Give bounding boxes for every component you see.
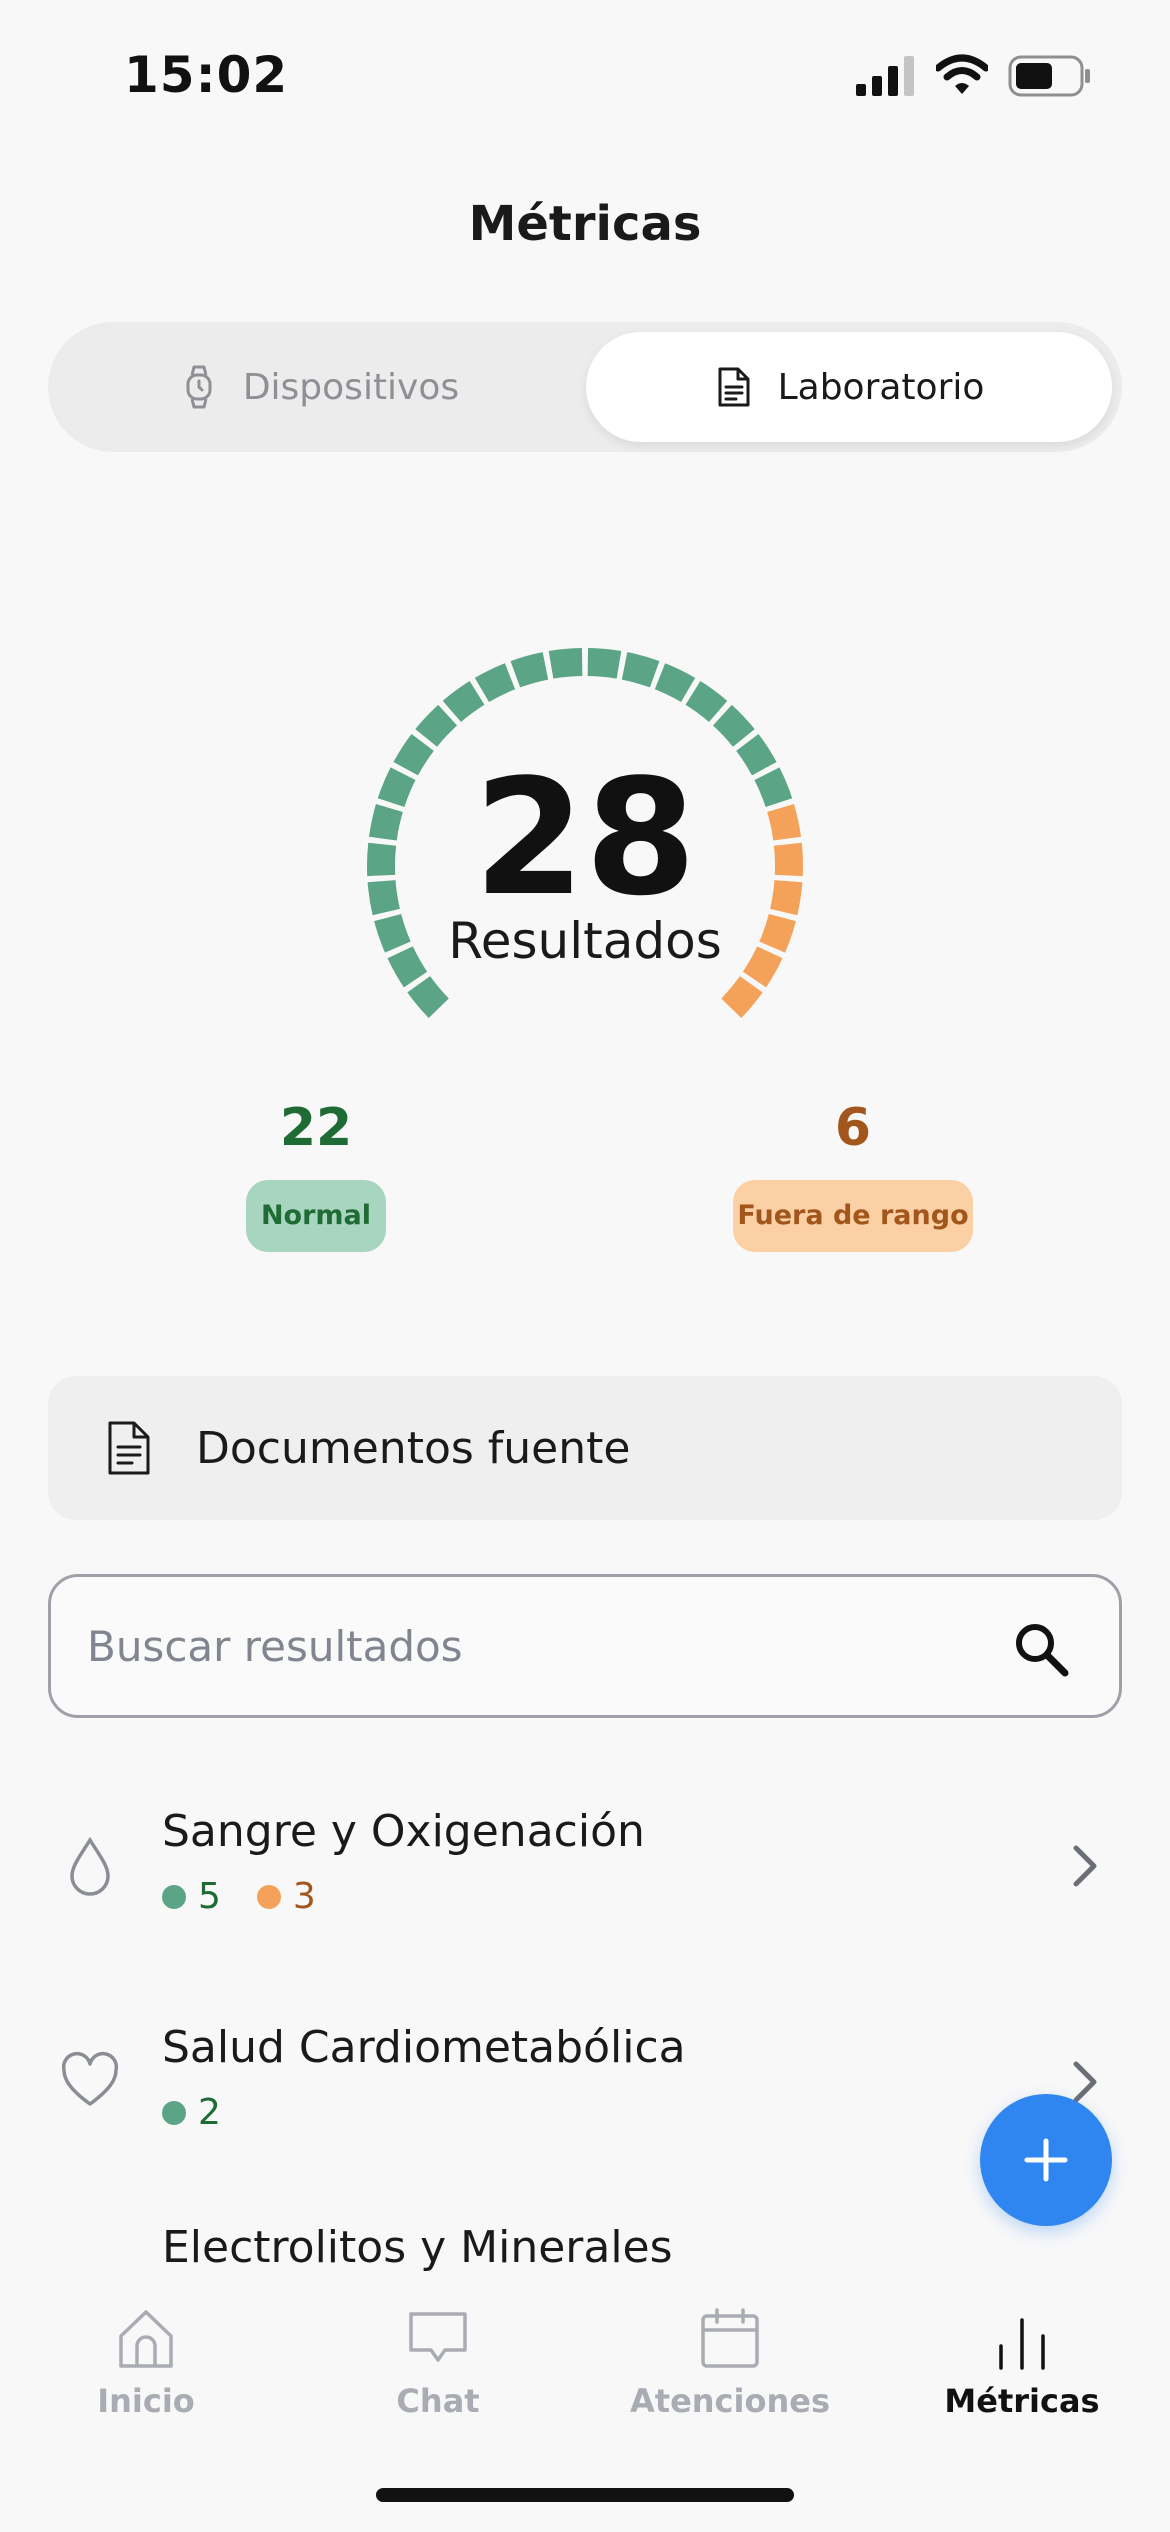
tab-dispositivos-label: Dispositivos [242,366,460,408]
tab-inicio[interactable]: Inicio [0,2306,292,2420]
list-item-title: Sangre y Oxigenación [162,1806,645,1857]
gauge-segment-normal [685,681,728,723]
heart-icon [61,2051,119,2106]
gauge-segment-normal [415,704,458,747]
tab-chat-label: Chat [396,2382,480,2420]
calendar-icon [701,2308,759,2368]
tab-laboratorio[interactable]: Laboratorio [586,332,1112,442]
drop-icon [70,1836,110,1896]
chevron-right-icon [1073,1845,1097,1887]
tab-metricas-label: Métricas [944,2382,1100,2420]
search-input[interactable] [87,1621,967,1671]
home-indicator [376,2488,794,2502]
gauge-segment-normal [474,663,516,703]
cellular-signal-icon [856,56,914,96]
tab-laboratorio-label: Laboratorio [777,366,985,408]
document-icon [108,1421,150,1475]
results-total: 28 [473,744,697,931]
gauge-segment-normal [442,681,485,723]
list-item-title: Salud Cardiometabólica [162,2022,686,2073]
search-bar [48,1574,1122,1718]
tab-dispositivos[interactable]: Dispositivos [58,332,580,442]
battery-icon [1008,55,1090,97]
list-item-counts: 2 [162,2092,257,2133]
source-documents-label: Documentos fuente [196,1422,631,1474]
watch-icon [186,365,212,409]
list-item-electrolitos[interactable]: Electrolitos y Minerales [0,2202,1170,2280]
segmented-control: Dispositivos Laboratorio [48,322,1122,452]
normal-count: 22 [279,1098,353,1158]
gauge-segment-normal [712,704,755,747]
normal-count: 5 [198,1876,221,1917]
normal-stat: 22 Normal [240,1098,392,1252]
category-list: Sangre y Oxigenación 5 3 Salud Cardiomet… [0,1770,1170,2280]
list-item-title: Electrolitos y Minerales [162,2222,673,2273]
normal-count: 2 [198,2092,221,2133]
gauge-segment-normal [407,976,449,1018]
gauge-segment-normal [621,652,660,688]
gauge-segment-normal [548,648,583,679]
source-documents-button[interactable]: Documentos fuente [48,1376,1122,1520]
gauge-segment-normal [654,663,696,703]
out-of-range-stat: 6 Fuera de rango [732,1098,974,1252]
tab-chat[interactable]: Chat [292,2306,584,2420]
wifi-icon [936,54,988,94]
normal-badge: Normal [246,1180,386,1252]
out-of-range-badge: Fuera de rango [733,1180,973,1252]
gauge-segment-out-of-range [721,976,763,1018]
tab-atenciones-label: Atenciones [630,2382,830,2420]
search-icon[interactable] [1013,1621,1069,1677]
plus-icon [1024,2138,1068,2182]
normal-dot [162,1884,186,1909]
list-item-counts: 5 3 [162,1876,316,1917]
results-total-label: Resultados [448,912,722,970]
normal-dot [162,2100,186,2125]
document-icon [718,367,750,407]
tab-inicio-label: Inicio [97,2382,195,2420]
tab-atenciones[interactable]: Atenciones [584,2306,876,2420]
add-button[interactable] [980,2094,1112,2226]
home-icon [119,2310,173,2368]
status-bar: 15:02 [0,0,1170,150]
out-of-range-count: 6 [834,1098,872,1158]
gauge-segment-normal [510,652,549,688]
metrics-icon [999,2318,1045,2370]
gauge-segment-normal [587,648,622,679]
status-time: 15:02 [124,46,289,104]
chevron-right-icon [1073,2061,1097,2103]
out-of-range-dot [256,1884,281,1909]
chat-icon [409,2312,467,2362]
page-title: Métricas [468,196,702,252]
out-of-range-count: 3 [292,1876,316,1917]
tab-metricas[interactable]: Métricas [876,2306,1168,2420]
list-item-sangre[interactable]: Sangre y Oxigenación 5 3 [0,1770,1170,1986]
